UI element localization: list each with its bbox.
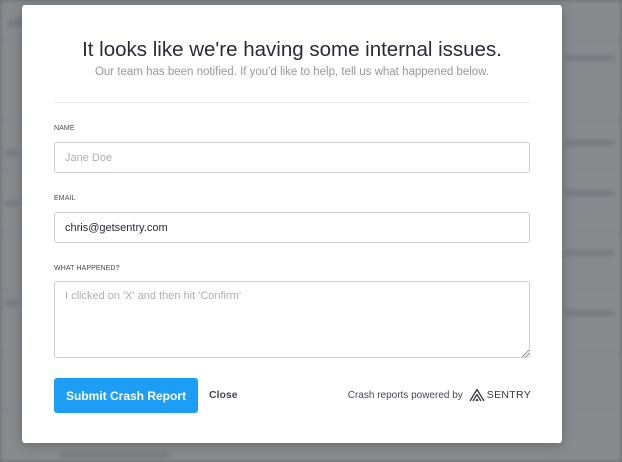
sentry-logo-icon [469, 388, 485, 402]
powered-by-text: Crash reports powered by [347, 389, 463, 401]
comments-textarea[interactable] [54, 281, 530, 358]
crash-report-dialog: It looks like we're having some internal… [22, 5, 562, 443]
powered-by: Crash reports powered by SENTRY [348, 388, 531, 402]
sentry-brand-text: SENTRY [486, 389, 531, 401]
comments-label: WHAT HAPPENED? [54, 265, 120, 272]
name-label: NAME [54, 125, 75, 132]
email-label: EMAIL [54, 195, 76, 202]
submit-crash-report-button[interactable]: Submit Crash Report [54, 378, 198, 413]
name-input[interactable] [54, 142, 530, 173]
dialog-subtitle: Our team has been notified. If you'd lik… [94, 66, 490, 78]
close-button[interactable]: Close [209, 389, 238, 401]
textarea-resize-handle[interactable] [522, 350, 529, 357]
dialog-title: It looks like we're having some internal… [82, 38, 502, 61]
email-input[interactable] [54, 212, 530, 243]
divider [54, 102, 530, 103]
